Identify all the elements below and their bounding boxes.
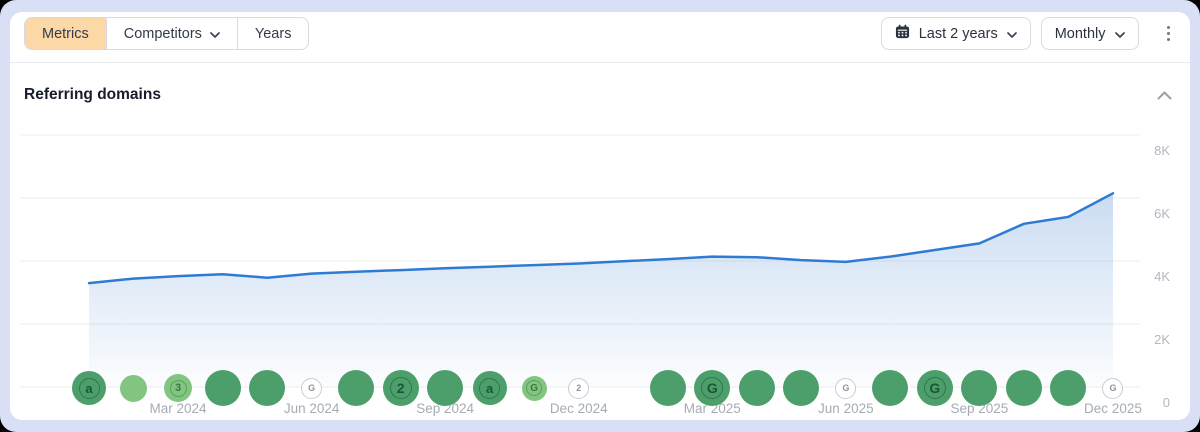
- event-marker[interactable]: [739, 370, 775, 406]
- event-marker[interactable]: [338, 370, 374, 406]
- x-tick-label: Dec 2024: [534, 401, 624, 417]
- event-marker[interactable]: G: [522, 376, 547, 401]
- event-marker[interactable]: [205, 370, 241, 406]
- x-tick-label: Dec 2025: [1068, 401, 1158, 417]
- google-update-icon: G: [837, 379, 855, 397]
- y-tick-label: 4K: [1130, 268, 1170, 286]
- google-update-icon: G: [701, 377, 723, 399]
- y-tick-label: 6K: [1130, 205, 1170, 223]
- event-count-badge: 2: [390, 377, 412, 399]
- event-marker[interactable]: [427, 370, 463, 406]
- area-fill: [89, 193, 1113, 387]
- event-marker[interactable]: G: [1102, 378, 1123, 399]
- x-tick-label: Jun 2025: [801, 401, 891, 417]
- google-update-icon: G: [1104, 379, 1122, 397]
- event-marker[interactable]: a: [473, 371, 507, 405]
- page-background: Metrics Competitors Years: [0, 0, 1200, 432]
- x-tick-label: Mar 2024: [133, 401, 223, 417]
- event-marker[interactable]: [1006, 370, 1042, 406]
- y-tick-label: 8K: [1130, 142, 1170, 160]
- event-marker[interactable]: [249, 370, 285, 406]
- chart-canvas[interactable]: [10, 12, 1190, 420]
- event-marker[interactable]: G: [835, 378, 856, 399]
- event-marker[interactable]: G: [917, 370, 953, 406]
- event-count-badge: 3: [170, 380, 187, 397]
- event-marker[interactable]: G: [301, 378, 322, 399]
- ahrefs-event-icon: a: [479, 378, 500, 399]
- event-marker[interactable]: a: [72, 371, 106, 405]
- event-marker[interactable]: 2: [383, 370, 419, 406]
- x-tick-label: Jun 2024: [267, 401, 357, 417]
- ahrefs-event-icon: a: [79, 378, 100, 399]
- event-marker[interactable]: 2: [568, 378, 589, 399]
- event-marker[interactable]: [120, 375, 147, 402]
- google-update-icon: G: [526, 380, 542, 396]
- google-update-icon: G: [303, 379, 321, 397]
- event-marker[interactable]: [650, 370, 686, 406]
- event-marker[interactable]: 3: [164, 374, 192, 402]
- referring-domains-chart[interactable]: 8K6K4K2K0 Mar 2024Jun 2024Sep 2024Dec 20…: [10, 12, 1190, 420]
- metrics-panel: Metrics Competitors Years: [10, 12, 1190, 420]
- y-tick-label: 2K: [1130, 331, 1170, 349]
- event-count-badge: 2: [570, 379, 588, 397]
- event-marker[interactable]: G: [694, 370, 730, 406]
- google-update-icon: G: [924, 377, 946, 399]
